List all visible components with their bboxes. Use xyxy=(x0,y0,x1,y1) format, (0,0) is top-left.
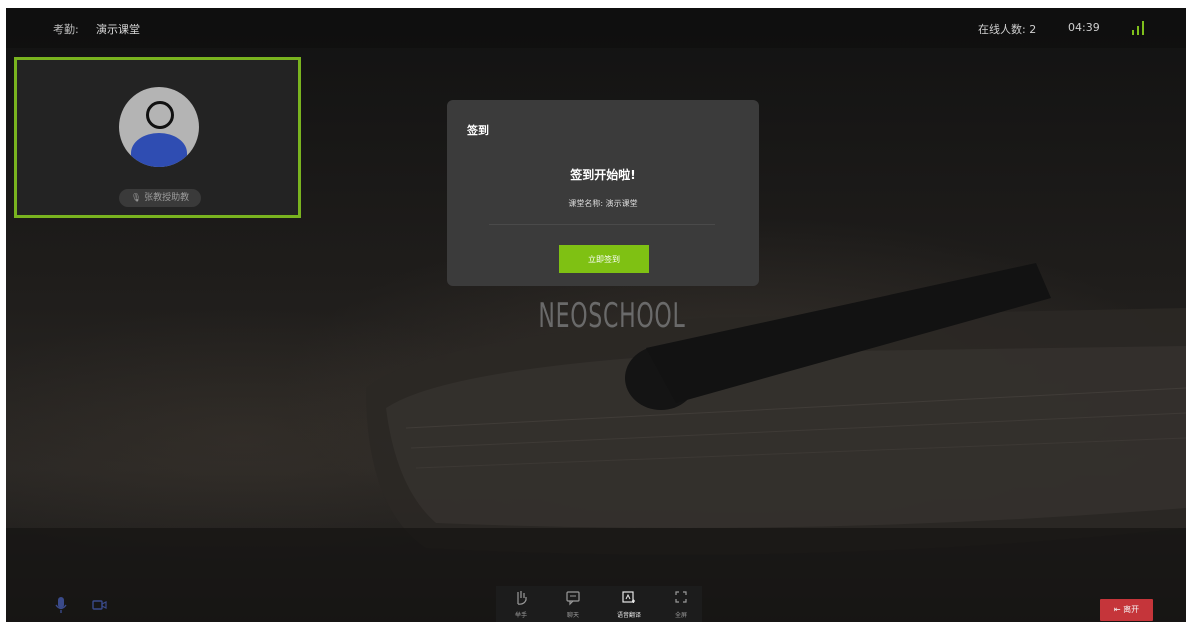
voice-translate-label: 语音翻译 xyxy=(616,612,641,619)
voice-translate-icon xyxy=(622,591,635,603)
sign-in-button[interactable]: 立即签到 xyxy=(559,245,649,273)
meeting-toolbar: 举手 聊天 语音翻译 全屏 xyxy=(496,586,702,622)
participant-video-tile[interactable]: 🎙︎ 张教授助教 xyxy=(14,57,301,218)
camera-icon[interactable] xyxy=(91,596,109,614)
online-count: 在线人数: 2 xyxy=(978,23,1037,36)
brand-logo: NEOSCHOOL xyxy=(538,296,686,336)
leave-button[interactable]: ⇤ 离开 xyxy=(1100,599,1153,621)
participant-name-badge: 🎙︎ 张教授助教 xyxy=(119,189,201,207)
microphone-icon[interactable] xyxy=(55,596,67,614)
fullscreen-icon xyxy=(675,591,687,603)
top-bar: 考勤: 演示课堂 在线人数: 2 04:39 xyxy=(6,8,1186,48)
fullscreen-label: 全屏 xyxy=(674,612,687,619)
user-avatar-icon xyxy=(119,87,199,167)
dialog-heading: 签到开始啦! xyxy=(570,168,636,182)
leave-label: 离开 xyxy=(1123,605,1140,614)
dialog-class-name: 课堂名称: 演示课堂 xyxy=(568,199,638,208)
fullscreen-button[interactable]: 全屏 xyxy=(661,586,701,622)
participant-name: 张教授助教 xyxy=(144,193,190,203)
sign-in-dialog: 签到 签到开始啦! 课堂名称: 演示课堂 立即签到 xyxy=(447,100,759,286)
dialog-divider xyxy=(489,224,715,225)
classroom-screen: 考勤: 演示课堂 在线人数: 2 04:39 🎙︎ 张教授助教 NEOSCHOOL… xyxy=(6,8,1186,622)
chat-icon xyxy=(566,591,580,606)
attendance-label: 考勤: xyxy=(53,23,79,36)
chat-button[interactable]: 聊天 xyxy=(553,586,593,622)
session-timer: 04:39 xyxy=(1068,21,1100,34)
raise-hand-label: 举手 xyxy=(514,612,527,619)
chat-label: 聊天 xyxy=(566,612,579,619)
signal-strength-icon xyxy=(1132,19,1148,35)
class-name: 演示课堂 xyxy=(96,23,140,36)
mic-icon: 🎙︎ xyxy=(130,193,142,202)
dialog-title: 签到 xyxy=(467,124,489,137)
exit-icon: ⇤ xyxy=(1113,605,1121,614)
voice-translate-button[interactable]: 语音翻译 xyxy=(609,586,649,622)
raise-hand-icon xyxy=(517,591,527,605)
raise-hand-button[interactable]: 举手 xyxy=(501,586,541,622)
